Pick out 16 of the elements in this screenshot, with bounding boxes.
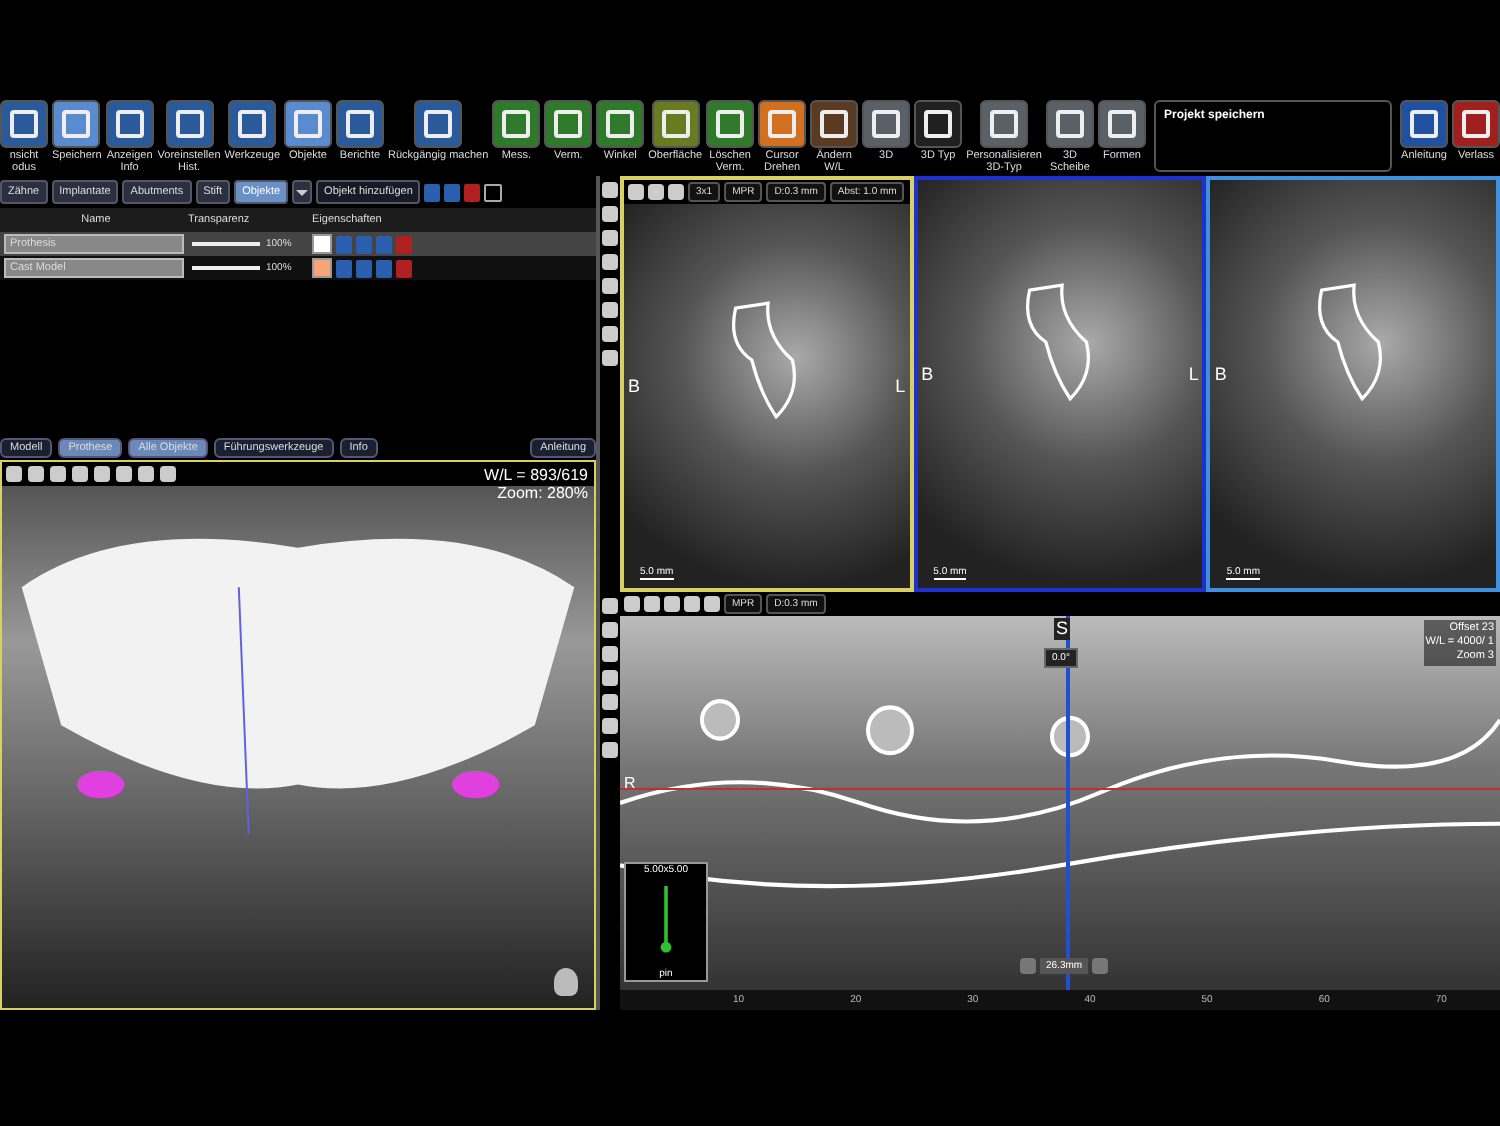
tooth-outline [865,705,915,756]
implant-icon [660,886,672,958]
orientation-label: R [624,773,636,792]
color-swatch[interactable] [312,258,332,278]
orientation-label: B [1214,363,1227,384]
tooth-outline [699,699,741,741]
square-icon[interactable] [484,183,503,201]
orientation-label: S [1054,618,1071,640]
orientation-label: B [921,363,934,384]
dropdown-button[interactable] [292,180,313,204]
orientation-label: L [1188,363,1199,384]
orientation-label: L [895,376,906,397]
zoom-text: Zoom: 280% [497,484,588,502]
color-swatch[interactable] [312,234,332,254]
orientation-label: B [628,376,641,397]
window-level-text: W/L = 893/619 [484,466,588,484]
